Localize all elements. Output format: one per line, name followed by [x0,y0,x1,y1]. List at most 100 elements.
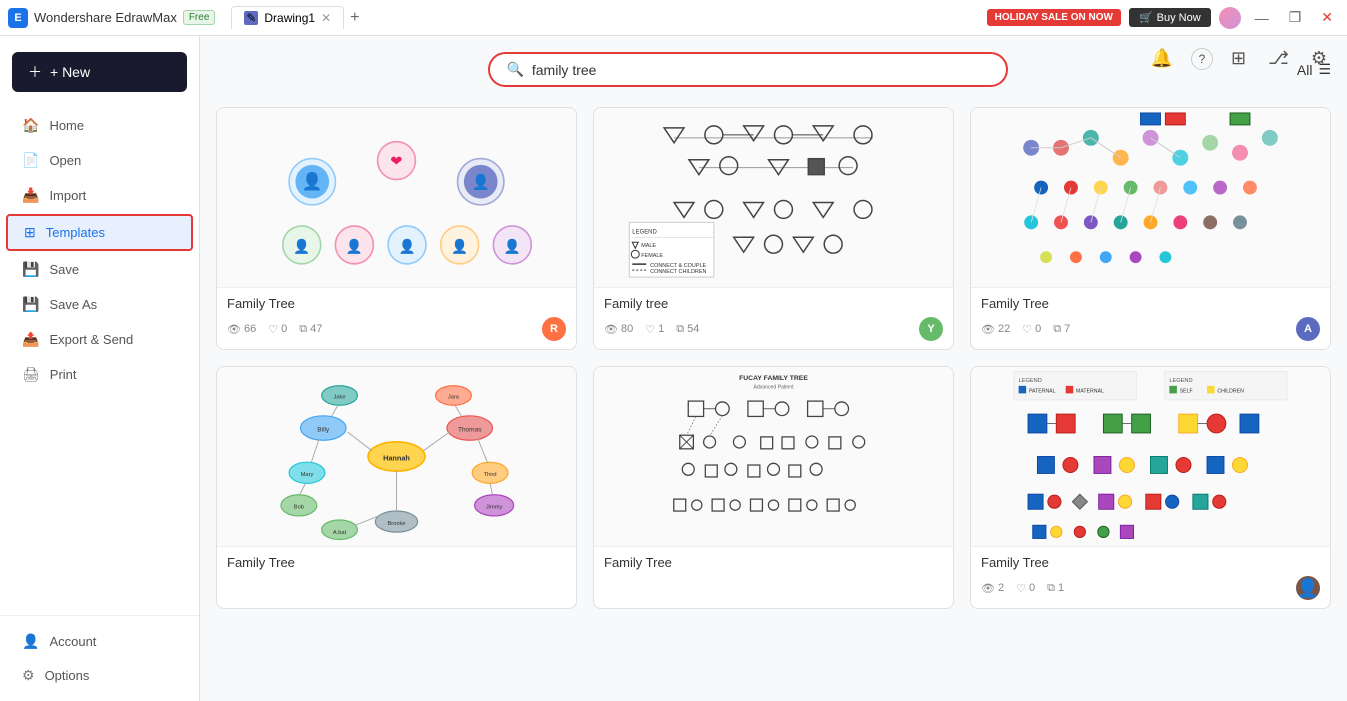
tab-close[interactable]: ✕ [321,11,331,25]
save-as-icon: 💾 [22,296,39,313]
sidebar-print-label: Print [50,367,77,382]
svg-text:👤: 👤 [504,238,521,254]
template-name-6: Family Tree [981,555,1320,570]
template-name-5: Family Tree [604,555,943,570]
user-avatar[interactable] [1219,7,1241,29]
buy-now-button[interactable]: 🛒 Buy Now [1129,8,1211,27]
home-icon: 🏠 [22,117,39,134]
share-icon[interactable]: ⎇ [1264,44,1293,73]
template-card-2[interactable]: LEGEND MALE FEMALE CONNECT & COUPLE CONN… [593,107,954,350]
print-icon: 🖨 [22,366,40,383]
template-stats-1: 👁 66 ♡ 0 ⧉ 47 [227,323,322,336]
sidebar-item-save-as[interactable]: 💾 Save As [6,288,193,321]
svg-text:👤: 👤 [472,173,490,191]
export-icon: 📤 [22,331,39,348]
template-preview-5: FUCAY FAMILY TREE Advanced Patient [594,367,953,547]
close-button[interactable]: ✕ [1315,7,1339,28]
sidebar-save-as-label: Save As [49,297,97,312]
sidebar-export-label: Export & Send [49,332,133,347]
views-stat-2: 👁 80 [604,323,633,336]
svg-text:Brooke: Brooke [387,521,405,527]
svg-text:👤: 👤 [451,238,468,254]
svg-text:FUCAY FAMILY TREE: FUCAY FAMILY TREE [739,375,808,382]
likes-stat-2: ♡ 1 [645,323,664,336]
likes-stat-3: ♡ 0 [1022,323,1041,336]
sidebar-bottom: 👤 Account ⚙ Options [0,615,199,693]
author-avatar-6: 👤 [1296,576,1320,600]
svg-text:PATERNAL: PATERNAL [1029,388,1056,394]
sidebar-item-options[interactable]: ⚙ Options [6,659,193,692]
sidebar-item-export[interactable]: 📤 Export & Send [6,323,193,356]
template-info-5: Family Tree [594,547,953,584]
likes-stat-1: ♡ 0 [268,323,287,336]
buy-now-label: Buy Now [1157,12,1201,24]
sidebar-options-label: Options [45,668,90,683]
svg-text:Bob: Bob [294,505,304,511]
svg-text:CHILDREN: CHILDREN [1217,388,1244,394]
search-input[interactable] [532,62,991,78]
svg-text:👤: 👤 [346,238,363,254]
sidebar-item-home[interactable]: 🏠 Home [6,109,193,142]
templates-grid: 👤 ❤ 👤 👤 👤 👤 👤 [200,99,1347,701]
svg-text:Hannah: Hannah [383,454,410,463]
new-button[interactable]: ＋ + New [12,52,187,92]
template-stats-2: 👁 80 ♡ 1 ⧉ 54 [604,323,699,336]
sidebar-account-label: Account [49,634,96,649]
import-icon: 📥 [22,187,39,204]
sidebar-item-account[interactable]: 👤 Account [6,625,193,658]
notification-icon[interactable]: 🔔 [1147,44,1177,73]
tab-drawing1[interactable]: ✎ Drawing1 ✕ [231,6,344,29]
minimize-button[interactable]: — [1249,8,1275,28]
template-card-5[interactable]: FUCAY FAMILY TREE Advanced Patient [593,366,954,609]
app-icon: E [8,8,28,28]
maximize-button[interactable]: ❐ [1283,7,1308,28]
template-info-4: Family Tree [217,547,576,584]
template-preview-3 [971,108,1330,288]
template-stats-3: 👁 22 ♡ 0 ⧉ 7 [981,323,1070,336]
save-icon: 💾 [22,261,39,278]
svg-text:A.bat: A.bat [333,530,347,536]
new-icon: ＋ [28,62,42,82]
template-card-1[interactable]: 👤 ❤ 👤 👤 👤 👤 👤 [216,107,577,350]
content-area: 🔔 ? ⊞ ⎇ ⚙ 🔍 All ☰ [200,36,1347,701]
template-card-3[interactable]: Family Tree 👁 22 ♡ 0 ⧉ 7 A [970,107,1331,350]
grid-view-icon[interactable]: ⊞ [1227,44,1250,73]
likes-stat-6: ♡ 0 [1016,582,1035,595]
sidebar-item-open[interactable]: 📄 Open [6,144,193,177]
search-box[interactable]: 🔍 [488,52,1008,87]
template-stats-6: 👁 2 ♡ 0 ⧉ 1 [981,582,1064,595]
sidebar-item-import[interactable]: 📥 Import [6,179,193,212]
options-icon: ⚙ [22,667,35,684]
holiday-sale-button[interactable]: HOLIDAY SALE ON NOW [987,9,1121,26]
content-header: 🔔 ? ⊞ ⎇ ⚙ 🔍 All ☰ [200,36,1347,99]
top-toolbar-icons: 🔔 ? ⊞ ⎇ ⚙ [1147,44,1331,73]
svg-text:👤: 👤 [399,238,416,254]
sidebar-templates-label: Templates [46,225,105,240]
svg-text:Thomas: Thomas [458,426,482,433]
add-tab-button[interactable]: + [350,9,359,27]
template-preview-4: Hannah Billy Mary Bob Thomas [217,367,576,547]
template-name-2: Family tree [604,296,943,311]
free-badge: Free [183,10,216,25]
template-info-3: Family Tree 👁 22 ♡ 0 ⧉ 7 A [971,288,1330,349]
template-preview-1: 👤 ❤ 👤 👤 👤 👤 👤 [217,108,576,288]
sidebar-item-templates[interactable]: ⊞ Templates [6,214,193,251]
sidebar-item-print[interactable]: 🖨 Print [6,358,193,391]
author-avatar-2: Y [919,317,943,341]
main-layout: ＋ + New 🏠 Home 📄 Open 📥 Import ⊞ Templat… [0,36,1347,701]
template-card-6[interactable]: LEGEND PATERNAL MATERNAL LEGEND SELF CHI… [970,366,1331,609]
svg-text:MATERNAL: MATERNAL [1076,388,1104,394]
author-avatar-3: A [1296,317,1320,341]
gear-icon[interactable]: ⚙ [1307,44,1331,73]
sidebar-item-save[interactable]: 💾 Save [6,253,193,286]
open-icon: 📄 [22,152,39,169]
sidebar-home-label: Home [49,118,84,133]
tab-label: Drawing1 [264,11,315,25]
template-name-1: Family Tree [227,296,566,311]
template-info-1: Family Tree 👁 66 ♡ 0 ⧉ 47 R [217,288,576,349]
template-card-4[interactable]: Hannah Billy Mary Bob Thomas [216,366,577,609]
views-stat-6: 👁 2 [981,582,1004,595]
views-stat-1: 👁 66 [227,323,256,336]
tab-icon: ✎ [244,11,258,25]
help-icon[interactable]: ? [1191,48,1213,70]
